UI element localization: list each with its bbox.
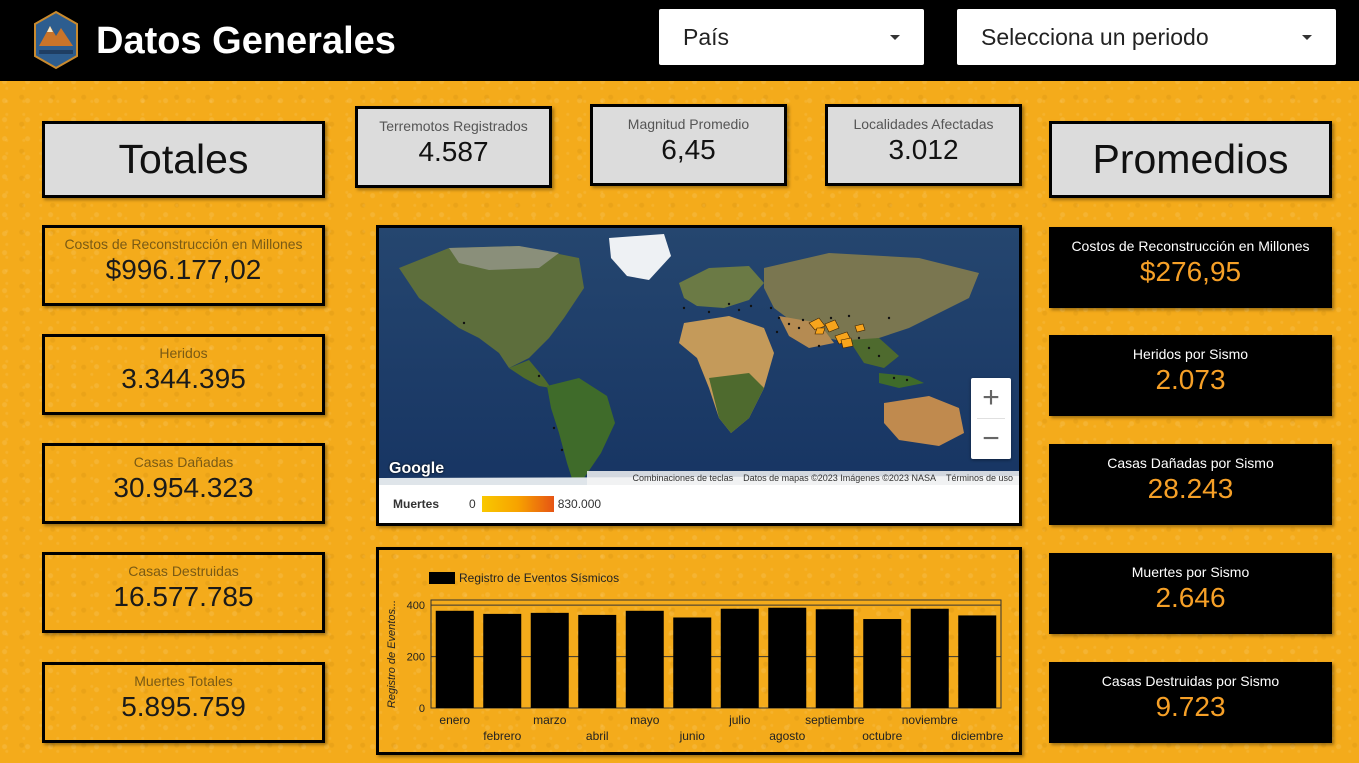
google-logo: Google xyxy=(389,460,445,477)
bar xyxy=(578,614,617,708)
x-tick-label: agosto xyxy=(769,729,805,743)
kpi-label: Muertes Totales xyxy=(134,673,233,689)
period-dropdown[interactable]: Selecciona un periodo xyxy=(957,9,1336,65)
bar xyxy=(673,617,712,708)
kpi-value: 9.723 xyxy=(1155,691,1226,722)
bar xyxy=(530,612,569,708)
x-tick-label: noviembre xyxy=(902,713,958,727)
x-tick-label: febrero xyxy=(483,729,521,743)
legend-series-name: Registro de Eventos Sísmicos xyxy=(459,571,620,585)
terms-of-use-link[interactable]: Términos de uso xyxy=(946,473,1013,483)
monthly-events-chart: Registro de Eventos Sísmicos 0 200 400 Regi… xyxy=(376,547,1022,755)
kpi-label: Costos de Reconstrucción en Millones xyxy=(64,236,303,252)
kpi-value: $996.177,02 xyxy=(105,254,262,285)
kpi-value: 2.073 xyxy=(1155,364,1226,395)
kpi-average-magnitude: Magnitud Promedio 6,45 xyxy=(590,104,787,186)
x-tick-label: enero xyxy=(439,713,470,727)
kpi-label: Terremotos Registrados xyxy=(379,118,528,134)
world-map[interactable]: Google Combinaciones de teclas Datos de … xyxy=(379,228,1019,485)
avg-deaths-per-quake: Muertes por Sismo 2.646 xyxy=(1049,553,1332,634)
kpi-value: 6,45 xyxy=(661,134,716,165)
bar xyxy=(863,619,902,708)
legend-title: Muertes xyxy=(393,497,440,511)
kpi-affected-localities: Localidades Afectadas 3.012 xyxy=(825,104,1022,186)
bar xyxy=(483,613,522,708)
kpi-label: Casas Destruidas xyxy=(128,563,239,579)
zoom-in-button[interactable]: + xyxy=(971,378,1011,418)
kpi-earthquakes-registered: Terremotos Registrados 4.587 xyxy=(355,106,552,188)
total-reconstruction-cost: Costos de Reconstrucción en Millones $99… xyxy=(42,225,325,306)
avg-injured-per-quake: Heridos por Sismo 2.073 xyxy=(1049,335,1332,416)
avg-reconstruction-cost: Costos de Reconstrucción en Millones $27… xyxy=(1049,227,1332,308)
kpi-value: 3.012 xyxy=(888,134,959,165)
kpi-value: 5.895.759 xyxy=(121,691,246,722)
avg-damaged-houses-per-quake: Casas Dañadas por Sismo 28.243 xyxy=(1049,444,1332,525)
bar xyxy=(815,609,854,708)
y-tick-label: 0 xyxy=(419,703,425,715)
kpi-label: Localidades Afectadas xyxy=(853,116,994,132)
x-tick-label: diciembre xyxy=(951,729,1003,743)
kpi-label: Costos de Reconstrucción en Millones xyxy=(1071,238,1310,254)
total-damaged-houses: Casas Dañadas 30.954.323 xyxy=(42,443,325,524)
world-map-panel: Google Combinaciones de teclas Datos de … xyxy=(376,225,1022,526)
kpi-label: Muertes por Sismo xyxy=(1131,564,1250,580)
period-dropdown-label: Selecciona un periodo xyxy=(981,23,1209,50)
kpi-value: 2.646 xyxy=(1155,582,1226,613)
bar xyxy=(625,610,664,708)
x-tick-label: junio xyxy=(679,729,706,743)
page-title: Datos Generales xyxy=(96,20,396,62)
legend-max: 830.000 xyxy=(557,497,602,511)
kpi-label: Casas Destruidas por Sismo xyxy=(1101,673,1280,689)
y-tick-label: 400 xyxy=(407,600,425,612)
keyboard-shortcuts-link[interactable]: Combinaciones de teclas xyxy=(633,473,734,483)
averages-heading: Promedios xyxy=(1049,121,1332,198)
total-destroyed-houses: Casas Destruidas 16.577.785 xyxy=(42,552,325,633)
y-axis-label: Registro de Eventos... xyxy=(386,600,398,708)
x-tick-label: marzo xyxy=(533,713,567,727)
app-logo xyxy=(33,10,79,70)
bar xyxy=(768,607,807,708)
kpi-value: 3.344.395 xyxy=(121,363,246,394)
chart-legend: Registro de Eventos Sísmicos xyxy=(429,571,619,585)
legend-gradient xyxy=(481,496,554,512)
bar xyxy=(720,608,759,708)
kpi-value: 16.577.785 xyxy=(113,581,254,612)
bar xyxy=(435,610,474,708)
x-tick-label: octubre xyxy=(862,729,902,743)
chevron-down-icon xyxy=(890,34,900,40)
kpi-label: Casas Dañadas por Sismo xyxy=(1107,455,1274,471)
chevron-down-icon xyxy=(1302,34,1312,40)
total-deaths: Muertes Totales 5.895.759 xyxy=(42,662,325,743)
bar xyxy=(910,608,949,708)
bar xyxy=(958,615,997,708)
kpi-label: Heridos por Sismo xyxy=(1132,346,1249,362)
legend-swatch xyxy=(429,572,455,584)
kpi-value: $276,95 xyxy=(1139,256,1242,287)
map-legend: Muertes 0 830.000 xyxy=(379,485,1019,523)
x-tick-label: abril xyxy=(586,729,609,743)
map-data-credit: Datos de mapas ©2023 Imágenes ©2023 NASA xyxy=(743,473,936,483)
kpi-label: Magnitud Promedio xyxy=(627,116,750,132)
totals-heading: Totales xyxy=(42,121,325,198)
kpi-value: 28.243 xyxy=(1147,473,1234,504)
x-tick-label: mayo xyxy=(630,713,660,727)
total-injured: Heridos 3.344.395 xyxy=(42,334,325,415)
x-tick-label: septiembre xyxy=(805,713,865,727)
kpi-value: 4.587 xyxy=(418,136,489,167)
kpi-value: 30.954.323 xyxy=(113,472,254,503)
zoom-controls: + − xyxy=(971,378,1011,459)
kpi-label: Casas Dañadas xyxy=(133,454,234,470)
legend-min: 0 xyxy=(469,497,476,511)
map-attribution-bar: Combinaciones de teclas Datos de mapas ©… xyxy=(587,471,1019,485)
x-tick-label: julio xyxy=(728,713,751,727)
y-tick-label: 200 xyxy=(407,652,425,664)
avg-destroyed-houses-per-quake: Casas Destruidas por Sismo 9.723 xyxy=(1049,662,1332,743)
kpi-label: Heridos xyxy=(159,345,208,361)
country-dropdown[interactable]: País xyxy=(659,9,924,65)
zoom-out-button[interactable]: − xyxy=(971,419,1011,459)
country-dropdown-label: País xyxy=(683,23,730,50)
